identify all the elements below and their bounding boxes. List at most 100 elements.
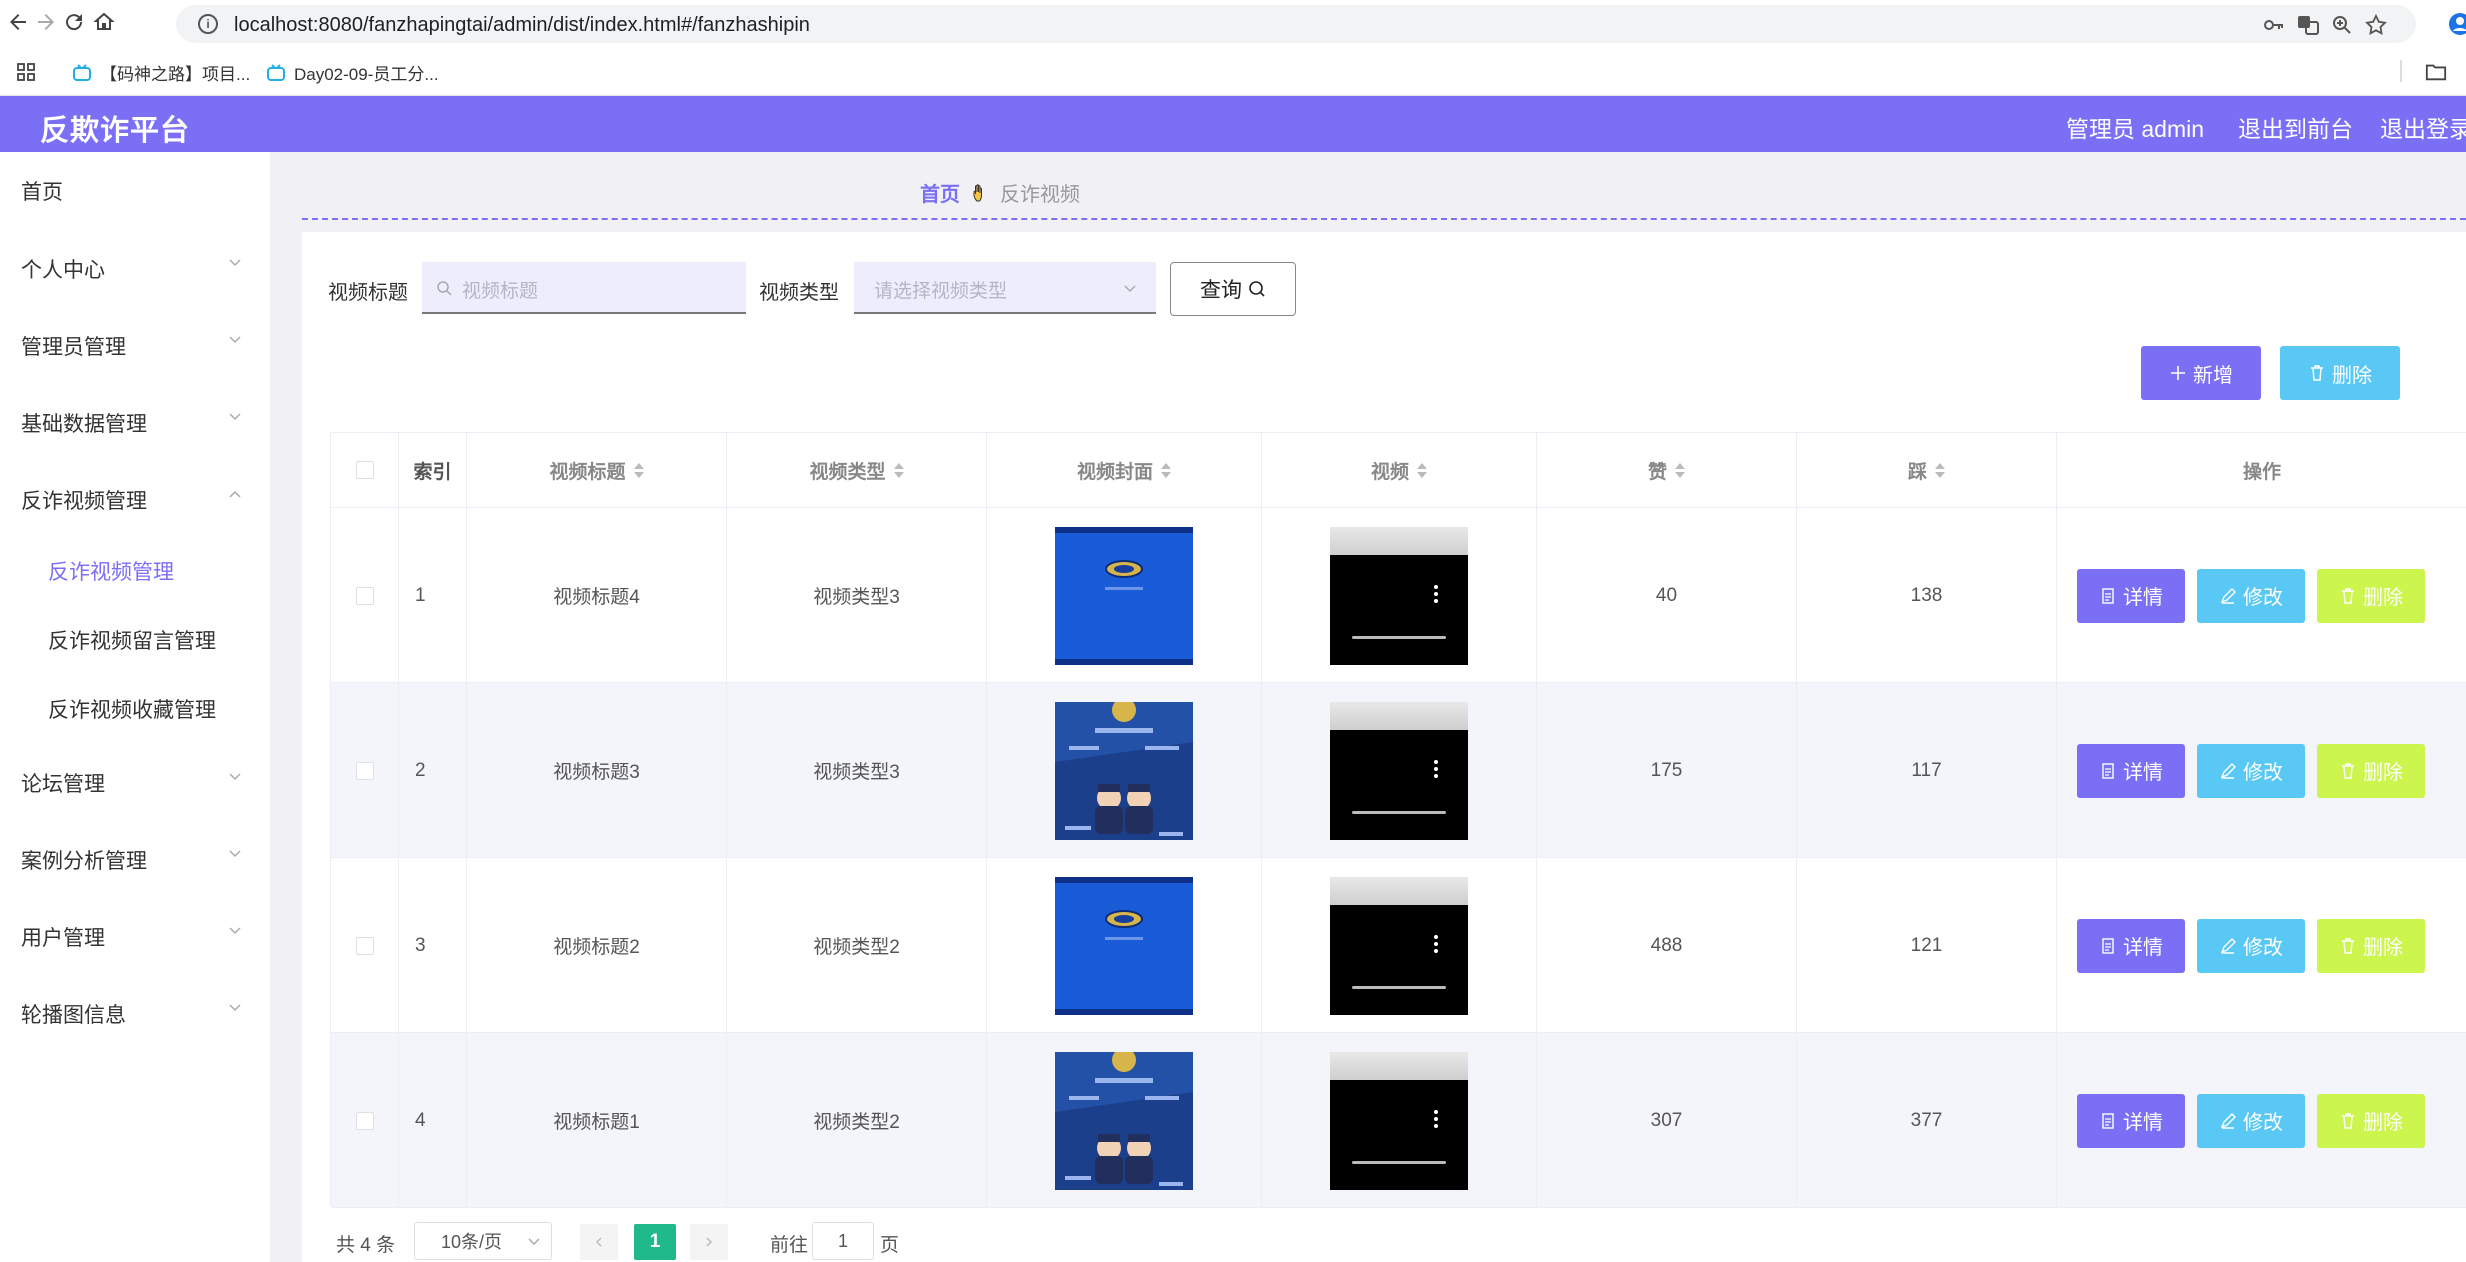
sidebar: 首页 个人中心 管理员管理 基础数据管理 反诈视频管理 反诈视频管理 反诈视频留…	[0, 152, 270, 1262]
sidebar-sub-video-comments[interactable]: 反诈视频留言管理	[48, 625, 216, 655]
sidebar-item-profile[interactable]: 个人中心	[21, 254, 105, 284]
video-cell	[1262, 508, 1537, 683]
sidebar-item-home[interactable]: 首页	[21, 176, 63, 206]
page-size-select[interactable]: 10条/页	[414, 1222, 552, 1260]
sidebar-item-carousel[interactable]: 轮播图信息	[21, 999, 126, 1029]
row-checkbox[interactable]	[355, 1111, 374, 1130]
site-info-icon[interactable]: i	[198, 14, 218, 34]
cover-thumbnail[interactable]	[1055, 876, 1193, 1015]
column-header-likes[interactable]: 赞	[1537, 433, 1797, 508]
prev-page-button[interactable]	[580, 1224, 618, 1260]
bookmark-item[interactable]: Day02-09-员工分...	[266, 60, 439, 85]
title-search-label: 视频标题	[328, 282, 408, 304]
translate-icon[interactable]	[2296, 13, 2320, 37]
sort-icon[interactable]	[1417, 462, 1427, 478]
column-header-title[interactable]: 视频标题	[467, 433, 727, 508]
detail-button[interactable]: 详情	[2077, 568, 2185, 623]
next-page-button[interactable]	[690, 1224, 728, 1260]
reload-icon[interactable]	[62, 10, 90, 38]
sidebar-item-users[interactable]: 用户管理	[21, 922, 105, 952]
video-cell	[1262, 858, 1537, 1033]
goto-page-input[interactable]: 1	[812, 1222, 874, 1260]
bulk-delete-button[interactable]: 删除	[2280, 346, 2400, 400]
more-vertical-icon[interactable]	[1434, 934, 1438, 953]
sidebar-sub-video-favorites[interactable]: 反诈视频收藏管理	[48, 694, 216, 724]
edit-button[interactable]: 修改	[2197, 568, 2305, 623]
video-progress-bar[interactable]	[1352, 985, 1446, 989]
detail-button[interactable]: 详情	[2077, 1093, 2185, 1148]
cover-thumbnail[interactable]	[1055, 701, 1193, 840]
home-icon[interactable]	[92, 10, 120, 38]
page-number-current[interactable]: 1	[634, 1224, 676, 1260]
row-checkbox[interactable]	[355, 761, 374, 780]
video-progress-bar[interactable]	[1352, 635, 1446, 639]
sort-icon[interactable]	[1675, 462, 1685, 478]
delete-button[interactable]: 删除	[2317, 918, 2425, 973]
sidebar-item-admin[interactable]: 管理员管理	[21, 331, 126, 361]
edit-button[interactable]: 修改	[2197, 743, 2305, 798]
row-checkbox[interactable]	[355, 586, 374, 605]
cover-thumbnail[interactable]	[1055, 526, 1193, 665]
folder-icon[interactable]	[2424, 61, 2466, 83]
select-all-checkbox[interactable]	[355, 461, 374, 479]
more-vertical-icon[interactable]	[1434, 759, 1438, 778]
title-search-input[interactable]: 视频标题	[422, 262, 746, 314]
current-user-label[interactable]: 管理员 admin	[2066, 110, 2204, 144]
sort-icon[interactable]	[1935, 462, 1945, 478]
type-select[interactable]: 请选择视频类型	[854, 262, 1156, 314]
back-to-front-link[interactable]: 退出到前台	[2238, 110, 2353, 144]
chevron-down-icon	[229, 336, 241, 344]
column-header-dislikes[interactable]: 踩	[1797, 433, 2057, 508]
bookmark-item[interactable]: 【码神之路】项目...	[72, 60, 250, 85]
video-player[interactable]	[1330, 1051, 1468, 1190]
sort-icon[interactable]	[1161, 462, 1171, 478]
more-vertical-icon[interactable]	[1434, 1109, 1438, 1128]
video-progress-bar[interactable]	[1352, 1160, 1446, 1164]
sidebar-sub-video[interactable]: 反诈视频管理	[48, 556, 174, 586]
forward-arrow-icon[interactable]	[34, 10, 62, 38]
bookmark-star-icon[interactable]	[2364, 13, 2388, 37]
row-checkbox[interactable]	[355, 936, 374, 955]
address-bar[interactable]: i localhost:8080/fanzhapingtai/admin/dis…	[176, 5, 2416, 43]
breadcrumb-home[interactable]: 首页	[920, 178, 960, 207]
column-header-cover[interactable]: 视频封面	[987, 433, 1262, 508]
add-button[interactable]: 新增	[2141, 346, 2261, 400]
sort-icon[interactable]	[633, 462, 644, 478]
detail-button[interactable]: 详情	[2077, 918, 2185, 973]
row-select-cell	[331, 508, 399, 683]
edit-button-label: 修改	[2243, 937, 2283, 959]
sidebar-item-video-mgmt[interactable]: 反诈视频管理	[21, 485, 147, 515]
chevron-down-icon	[229, 927, 241, 935]
video-player[interactable]	[1330, 526, 1468, 665]
dislikes-cell: 377	[1797, 1033, 2057, 1208]
chevron-down-icon	[528, 1238, 540, 1246]
column-header-type[interactable]: 视频类型	[727, 433, 987, 508]
delete-button[interactable]: 删除	[2317, 743, 2425, 798]
back-arrow-icon[interactable]	[6, 10, 34, 38]
password-key-icon[interactable]	[2262, 13, 2286, 37]
edit-button[interactable]: 修改	[2197, 1093, 2305, 1148]
apps-grid-icon[interactable]	[16, 62, 36, 82]
sidebar-item-forum[interactable]: 论坛管理	[21, 768, 105, 798]
logout-link[interactable]: 退出登录	[2380, 110, 2466, 144]
video-player[interactable]	[1330, 701, 1468, 840]
zoom-icon[interactable]	[2330, 13, 2354, 37]
query-button[interactable]: 查询	[1170, 262, 1296, 316]
delete-button-label: 删除	[2363, 937, 2403, 959]
chevron-down-icon	[229, 413, 241, 421]
profile-icon[interactable]	[2448, 12, 2466, 36]
delete-button[interactable]: 删除	[2317, 568, 2425, 623]
sidebar-item-case-analysis[interactable]: 案例分析管理	[21, 845, 147, 875]
sidebar-item-basic-data[interactable]: 基础数据管理	[21, 408, 147, 438]
edit-button[interactable]: 修改	[2197, 918, 2305, 973]
video-progress-bar[interactable]	[1352, 810, 1446, 814]
more-vertical-icon[interactable]	[1434, 584, 1438, 603]
detail-button[interactable]: 详情	[2077, 743, 2185, 798]
column-header-video[interactable]: 视频	[1262, 433, 1537, 508]
cover-thumbnail[interactable]	[1055, 1051, 1193, 1190]
sort-icon[interactable]	[893, 462, 904, 478]
delete-button[interactable]: 删除	[2317, 1093, 2425, 1148]
video-player[interactable]	[1330, 876, 1468, 1015]
title-cell: 视频标题3	[467, 683, 727, 858]
cover-cell	[987, 508, 1262, 683]
